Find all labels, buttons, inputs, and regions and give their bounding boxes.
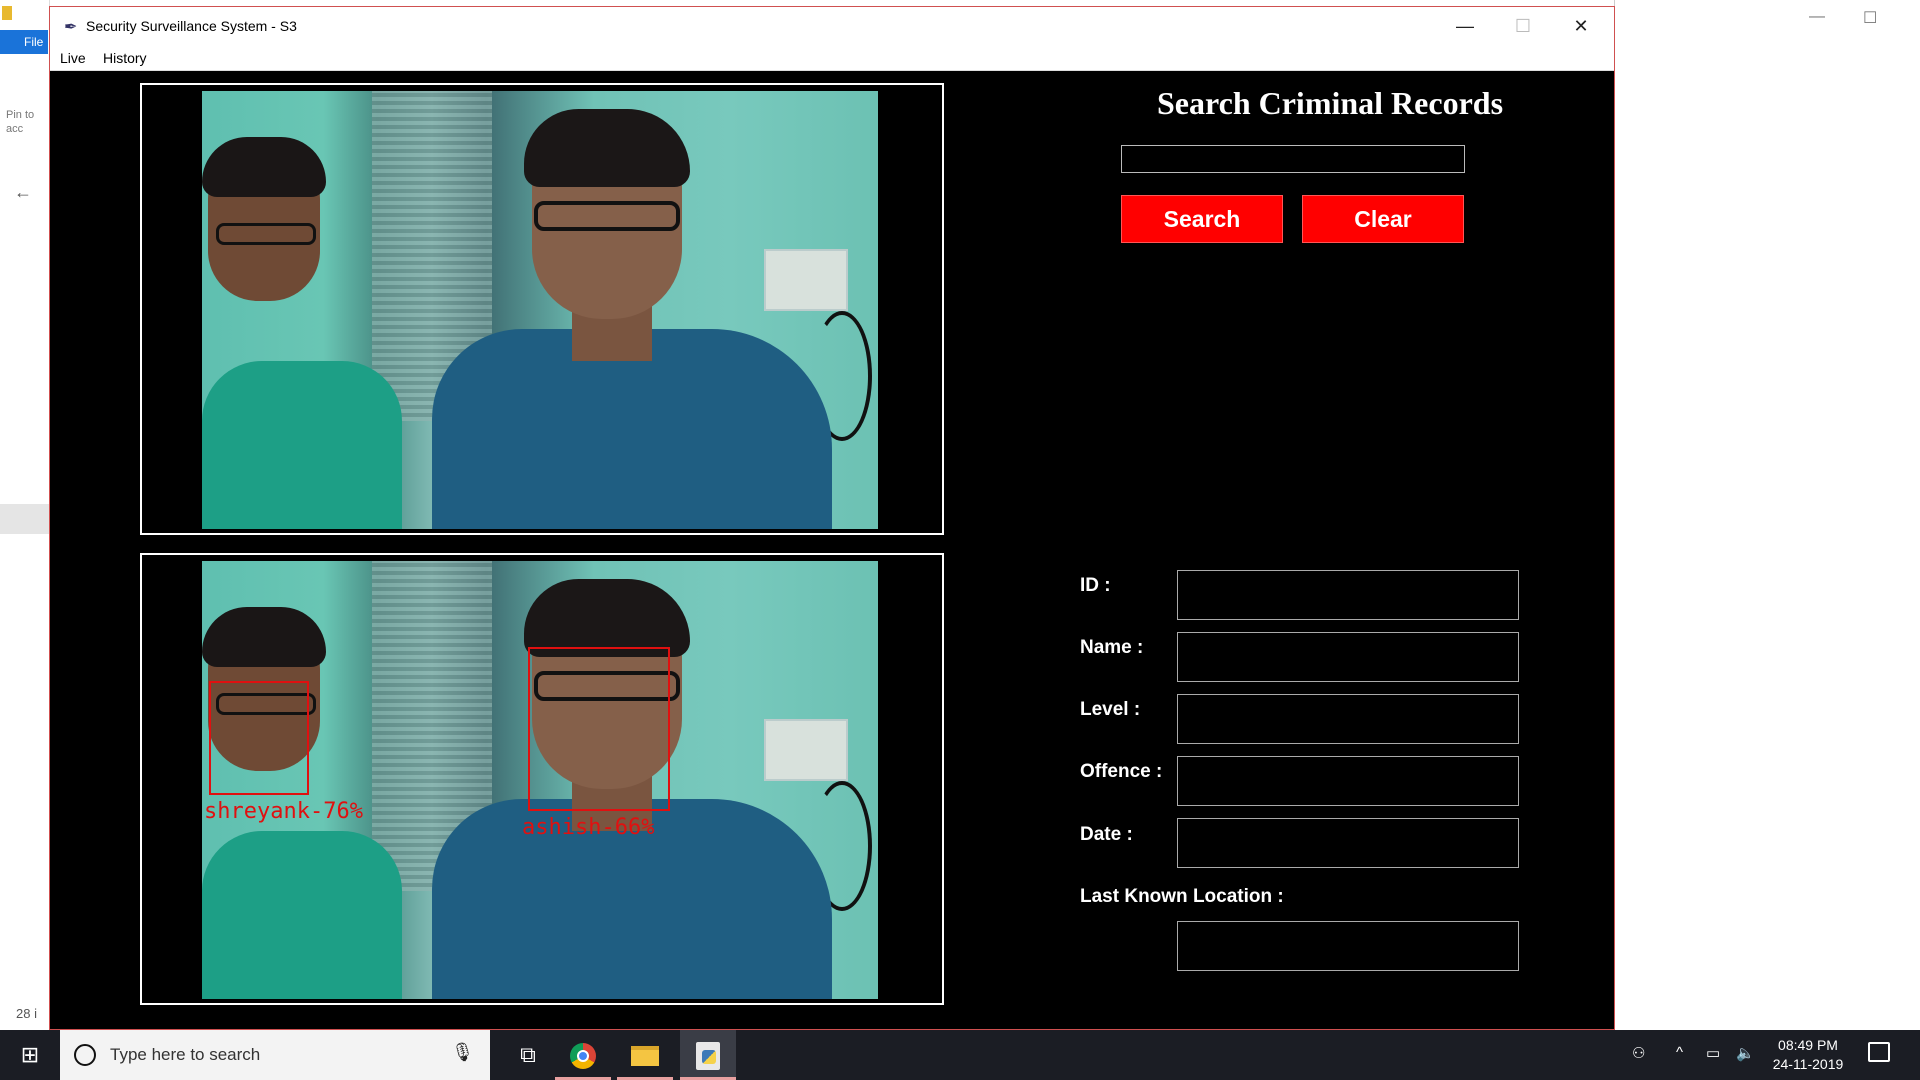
- windows-icon[interactable]: ⊞: [0, 1030, 60, 1080]
- recognition-feed-frame: shreyank-76% ashish-66%: [140, 553, 944, 1005]
- live-feed-frame: [140, 83, 944, 535]
- search-placeholder: Type here to search: [110, 1045, 261, 1064]
- folder-icon[interactable]: [617, 1030, 673, 1080]
- live-camera-feed: [202, 91, 878, 529]
- maximize-button[interactable]: ☐: [1500, 13, 1546, 39]
- level-label: Level :: [1080, 699, 1141, 720]
- wall-socket: [764, 249, 848, 311]
- menu-live[interactable]: Live: [60, 50, 86, 66]
- location-label: Last Known Location :: [1080, 886, 1284, 907]
- folder-icon: [2, 6, 12, 20]
- back-arrow-icon[interactable]: ←: [14, 182, 32, 203]
- close-button[interactable]: ✕: [1558, 13, 1604, 39]
- face-detection-box: [209, 681, 309, 795]
- pin-to-quick-access[interactable]: Pin to acc: [6, 108, 46, 136]
- name-label: Name :: [1080, 637, 1144, 658]
- maximize-icon[interactable]: ☐: [1863, 8, 1877, 28]
- face-label: ashish-66%: [522, 815, 655, 840]
- item-count: 28 i: [16, 1006, 37, 1021]
- recognition-camera-feed: shreyank-76% ashish-66%: [202, 561, 878, 999]
- search-icon: [74, 1044, 96, 1066]
- search-button[interactable]: Search: [1121, 195, 1283, 243]
- face-detection-box: [528, 647, 670, 811]
- feather-icon: ✒: [64, 19, 78, 36]
- taskbar-search[interactable]: Type here to search 🎙: [60, 1030, 490, 1080]
- search-title: Search Criminal Records: [1156, 85, 1504, 121]
- clock[interactable]: 08:49 PM 24-11-2019: [1768, 1036, 1848, 1074]
- minimize-button[interactable]: —: [1442, 13, 1488, 39]
- title-bar[interactable]: ✒ Security Surveillance System - S3 — ☐ …: [50, 7, 1614, 45]
- chevron-up-icon[interactable]: ^: [1676, 1044, 1683, 1061]
- selected-row: [0, 504, 50, 534]
- clear-button[interactable]: Clear: [1302, 195, 1464, 243]
- id-label: ID :: [1080, 575, 1111, 596]
- minimize-icon[interactable]: —: [1809, 8, 1825, 26]
- offence-label: Offence :: [1080, 761, 1163, 782]
- offence-field[interactable]: [1177, 756, 1519, 806]
- wall-socket: [764, 719, 848, 781]
- notification-icon[interactable]: [1868, 1042, 1890, 1062]
- name-field[interactable]: [1177, 632, 1519, 682]
- clock-date: 24-11-2019: [1772, 1056, 1844, 1072]
- background-window-left: File Pin to acc ← 28 i: [0, 0, 50, 1030]
- date-label: Date :: [1080, 824, 1133, 845]
- taskbar: ⊞ Type here to search 🎙 ⧉ ⚇ ^ ▭ 🔈 08:49 …: [0, 1030, 1920, 1080]
- id-field[interactable]: [1177, 570, 1519, 620]
- file-tab[interactable]: File: [0, 30, 48, 54]
- level-field[interactable]: [1177, 694, 1519, 744]
- date-field[interactable]: [1177, 818, 1519, 868]
- mic-icon[interactable]: 🎙: [451, 1042, 474, 1063]
- volume-icon[interactable]: 🔈: [1736, 1044, 1755, 1062]
- clock-time: 08:49 PM: [1778, 1037, 1838, 1053]
- people-icon[interactable]: ⚇: [1632, 1044, 1645, 1062]
- python-icon[interactable]: [680, 1030, 736, 1080]
- window-title: Security Surveillance System - S3: [86, 18, 297, 34]
- menu-bar: Live History: [50, 45, 1614, 71]
- menu-history[interactable]: History: [103, 50, 147, 66]
- face-label: shreyank-76%: [204, 799, 363, 824]
- task-view-icon[interactable]: ⧉: [500, 1030, 556, 1080]
- background-window-right: — ☐: [1614, 0, 1920, 1030]
- surveillance-window: ✒ Security Surveillance System - S3 — ☐ …: [49, 6, 1615, 1030]
- search-input[interactable]: [1121, 145, 1465, 173]
- chrome-icon[interactable]: [555, 1030, 611, 1080]
- battery-icon[interactable]: ▭: [1706, 1044, 1720, 1062]
- location-field[interactable]: [1177, 921, 1519, 971]
